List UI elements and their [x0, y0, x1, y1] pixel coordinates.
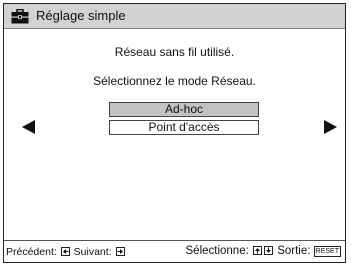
reset-key: RESET — [313, 246, 341, 257]
footer-select-hints: Sélectionne: Sortie: RESET — [185, 245, 341, 257]
title-bar: Réglage simple — [4, 4, 345, 29]
instruction-text: Sélectionnez le mode Réseau. — [93, 74, 256, 88]
exit-label: Sortie: — [277, 245, 311, 257]
previous-label: Précédent: — [6, 246, 57, 258]
footer-nav-hints: Précédent: Suivant: — [6, 246, 126, 258]
down-key-icon — [264, 246, 273, 255]
option-adhoc[interactable]: Ad-hoc — [109, 102, 259, 117]
toolbox-icon — [11, 8, 29, 24]
dialog-window: Réglage simple Réseau sans fil utilisé. … — [3, 3, 346, 263]
info-text: Réseau sans fil utilisé. — [114, 45, 235, 59]
dialog-title: Réglage simple — [36, 8, 126, 23]
previous-arrow-icon[interactable] — [22, 120, 35, 134]
up-key-icon — [253, 246, 262, 255]
right-key-icon — [115, 247, 125, 256]
next-label: Suivant: — [73, 246, 112, 258]
option-access-point[interactable]: Point d'accès — [109, 120, 259, 135]
select-label: Sélectionne: — [185, 245, 249, 257]
left-key-icon — [60, 247, 70, 256]
footer-bar: Précédent: Suivant: Sélectionne: Sortie:… — [4, 240, 345, 263]
next-arrow-icon[interactable] — [324, 120, 337, 134]
